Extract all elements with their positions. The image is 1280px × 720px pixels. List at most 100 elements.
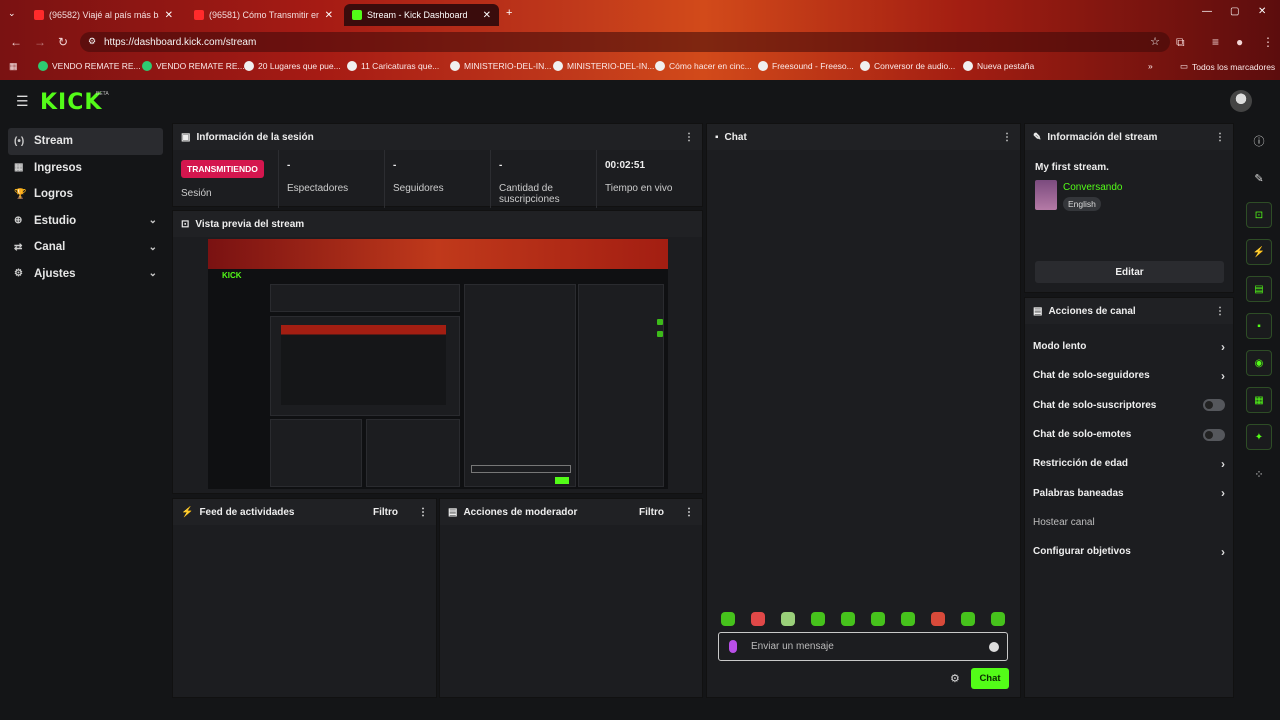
category-thumbnail (1035, 180, 1057, 210)
hamburger-menu-icon[interactable]: ☰ (16, 93, 29, 110)
close-window-icon[interactable]: ✕ (1258, 6, 1266, 17)
bookmark-item[interactable]: MINISTERIO-DEL-IN... (553, 61, 654, 71)
sidebar-item-ajustes[interactable]: ⚙ Ajustes ⌄ (8, 261, 163, 288)
more-options-icon[interactable]: ⋮ (684, 507, 694, 518)
close-tab-icon[interactable]: ✕ (165, 10, 173, 21)
browser-tab[interactable]: (96582) Viajé al país más barato ✕ (26, 4, 181, 26)
bookmark-item[interactable]: VENDO REMATE RE... (38, 61, 141, 71)
edit-icon[interactable]: ✎ (1246, 165, 1272, 191)
bookmark-item[interactable]: 11 Caricaturas que... (347, 61, 439, 71)
chat-settings-icon[interactable]: ⚙ (950, 672, 960, 685)
stream-category[interactable]: Conversando (1063, 182, 1122, 193)
more-options-icon[interactable]: ⋮ (1002, 132, 1012, 143)
more-bookmarks-icon[interactable]: » (1148, 61, 1153, 71)
language-tag: English (1063, 197, 1101, 211)
emote-icon[interactable] (931, 612, 945, 626)
minimize-icon[interactable]: — (1202, 6, 1212, 17)
sidebar-item-estudio[interactable]: ⊕ Estudio ⌄ (8, 208, 163, 235)
tools-toggle-icon[interactable]: ✦ (1246, 424, 1272, 450)
bookmark-item[interactable]: MINISTERIO-DEL-IN... (450, 61, 551, 71)
emote-icon[interactable] (781, 612, 795, 626)
sidebar-item-canal[interactable]: ⇄ Canal ⌄ (8, 234, 163, 261)
new-tab-icon[interactable]: + (506, 7, 512, 19)
action-followers-only[interactable]: Chat de solo-seguidores › (1025, 361, 1233, 390)
microphone-icon[interactable] (729, 640, 737, 653)
back-icon[interactable]: ← (10, 35, 22, 49)
emote-icon[interactable] (811, 612, 825, 626)
emote-icon[interactable] (901, 612, 915, 626)
bookmark-item[interactable]: VENDO REMATE RE... (142, 61, 245, 71)
site-info-icon[interactable]: ⚙ (88, 36, 96, 47)
all-bookmarks-folder[interactable]: ▭ Todos los marcadores (1180, 61, 1275, 72)
bookmark-star-icon[interactable]: ☆ (1150, 35, 1160, 48)
action-configure-goals[interactable]: Configurar objetivos › (1025, 537, 1233, 566)
emote-icon[interactable] (871, 612, 885, 626)
extensions-icon[interactable]: ⧉ (1176, 35, 1185, 50)
close-tab-icon[interactable]: ✕ (483, 10, 491, 21)
chat-toggle-icon[interactable]: ▪ (1246, 313, 1272, 339)
edit-button[interactable]: Editar (1035, 261, 1224, 283)
sidebar-item-ingresos[interactable]: ▦ Ingresos (8, 155, 163, 182)
bookmark-item[interactable]: Freesound - Freeso... (758, 61, 854, 71)
chat-message-input[interactable]: Enviar un mensaje (718, 632, 1008, 661)
sidebar-item-logros[interactable]: 🏆 Logros (8, 181, 163, 208)
moderator-toggle-icon[interactable]: ▤ (1246, 276, 1272, 302)
bookmark-item[interactable]: Cómo hacer en cinc... (655, 61, 752, 71)
filter-button[interactable]: Filtro (373, 507, 398, 518)
action-age-restriction[interactable]: Restricción de edad › (1025, 449, 1233, 478)
profile-icon[interactable]: ● (1236, 35, 1243, 49)
more-options-icon[interactable]: ⋮ (1215, 306, 1225, 317)
bookmark-item[interactable]: Conversor de audio... (860, 61, 955, 71)
forward-icon[interactable]: → (34, 35, 46, 49)
panel-title: Información de la sesión (196, 131, 314, 143)
actions-toggle-icon[interactable]: ▦ (1246, 387, 1272, 413)
emote-icon[interactable] (961, 612, 975, 626)
action-banned-words[interactable]: Palabras baneadas › (1025, 478, 1233, 507)
tab-search-icon[interactable]: ⌄ (8, 8, 16, 19)
reload-icon[interactable]: ↻ (58, 35, 68, 49)
info-icon[interactable]: ⓘ (1246, 128, 1272, 154)
close-tab-icon[interactable]: ✕ (325, 10, 333, 21)
chevron-right-icon: › (1221, 544, 1225, 559)
right-rail: ⓘ ✎ ⊡ ⚡ ▤ ▪ ◉ ▦ ✦ ⁘ (1246, 128, 1272, 498)
sidebar-item-label: Ajustes (34, 267, 76, 280)
emote-icon[interactable] (991, 612, 1005, 626)
stat-label: Sesión (181, 188, 212, 199)
stream-preview-video[interactable]: KICK (208, 239, 668, 489)
more-options-icon[interactable]: ⋮ (1215, 132, 1225, 143)
kick-logo[interactable]: KICK (40, 90, 102, 115)
emote-icon[interactable] (841, 612, 855, 626)
activity-toggle-icon[interactable]: ⚡ (1246, 239, 1272, 265)
bookmark-item[interactable]: 20 Lugares que pue... (244, 61, 341, 71)
url-field[interactable]: ⚙ https://dashboard.kick.com/stream ☆ (80, 32, 1170, 52)
user-avatar[interactable] (1230, 90, 1252, 112)
send-chat-button[interactable]: Chat (971, 668, 1009, 689)
action-host-channel[interactable]: Hostear canal (1025, 508, 1233, 537)
more-options-icon[interactable]: ⋮ (418, 507, 428, 518)
broadcast-toggle-icon[interactable]: ◉ (1246, 350, 1272, 376)
menu-list-icon[interactable]: ≡ (1212, 35, 1219, 49)
action-emotes-only: Chat de solo-emotes (1025, 420, 1233, 449)
sidebar-item-stream[interactable]: (•) Stream (8, 128, 163, 155)
preview-toggle-icon[interactable]: ⊡ (1246, 202, 1272, 228)
emotes-only-toggle[interactable] (1203, 428, 1225, 441)
preview-rail-button (657, 331, 663, 337)
emote-icon[interactable] (721, 612, 735, 626)
filter-button[interactable]: Filtro (639, 507, 664, 518)
activity-feed-panel: ⚡ Feed de actividades Filtro ⋮ (172, 498, 437, 698)
apps-grid-icon[interactable]: ▦ (9, 61, 18, 72)
panel-title: Acciones de canal (1048, 305, 1136, 317)
stat-value: - (499, 160, 503, 171)
browser-tab[interactable]: (96581) Cómo Transmitir en Kick ✕ (186, 4, 341, 26)
more-menu-icon[interactable]: ⋮ (1262, 35, 1274, 49)
layout-icon[interactable]: ⁘ (1246, 461, 1272, 487)
bookmark-item[interactable]: Nueva pestaña (963, 61, 1034, 71)
action-slow-mode[interactable]: Modo lento › (1025, 332, 1233, 361)
maximize-icon[interactable]: ▢ (1230, 6, 1239, 17)
panel-title: Información del stream (1047, 131, 1158, 143)
emoji-icon[interactable] (989, 642, 999, 652)
emote-icon[interactable] (751, 612, 765, 626)
more-options-icon[interactable]: ⋮ (684, 132, 694, 143)
browser-tab-active[interactable]: Stream - Kick Dashboard ✕ (344, 4, 499, 26)
subscribers-only-toggle[interactable] (1203, 399, 1225, 412)
